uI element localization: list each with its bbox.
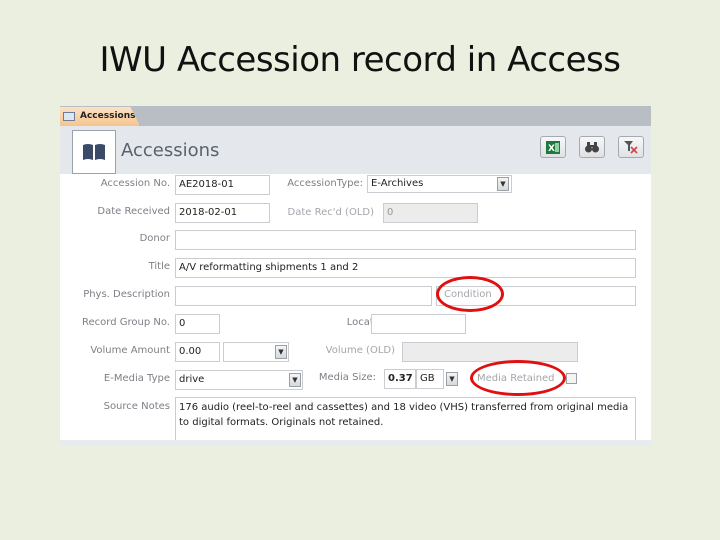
media-size-unit-select[interactable]: GB: [416, 369, 444, 389]
media-size-field[interactable]: 0.37: [384, 369, 416, 389]
form-title: Accessions: [121, 140, 220, 161]
accession-no-field[interactable]: AE2018-01: [175, 175, 270, 195]
accession-type-select[interactable]: E-Archives: [367, 175, 512, 193]
phys-description-field[interactable]: [175, 286, 432, 306]
e-media-type-label: E-Media Type: [103, 373, 170, 384]
volume-amount-field[interactable]: 0.00: [175, 342, 220, 362]
media-size-unit-dropdown-arrow[interactable]: ▼: [446, 372, 458, 386]
volume-old-label: Volume (OLD): [325, 345, 395, 356]
volume-amount-label: Volume Amount: [90, 345, 170, 356]
date-recd-old-label: Date Rec'd (OLD): [287, 207, 374, 218]
media-size-label: Media Size:: [318, 372, 376, 383]
date-received-field[interactable]: 2018-02-01: [175, 203, 270, 223]
filter-clear-icon: [624, 140, 638, 154]
binoculars-icon: [585, 141, 599, 152]
form-header: Accessions X: [60, 126, 651, 174]
tab-accessions[interactable]: Accessions: [60, 107, 140, 126]
date-recd-old-field[interactable]: 0: [383, 203, 478, 223]
source-notes-label: Source Notes: [103, 401, 170, 412]
find-button[interactable]: [579, 136, 605, 158]
export-excel-button[interactable]: X: [540, 136, 566, 158]
access-form-screenshot: Accessions Accessions X Accession No. AE…: [60, 106, 651, 446]
location-field[interactable]: [371, 314, 466, 334]
clear-filter-button[interactable]: [618, 136, 644, 158]
form-icon: [63, 112, 75, 121]
record-group-no-label: Record Group No.: [82, 317, 170, 328]
svg-text:X: X: [548, 144, 555, 154]
form-logo: [72, 130, 116, 174]
e-media-type-dropdown-arrow[interactable]: ▼: [289, 373, 301, 387]
title-label: Title: [148, 261, 170, 272]
document-tab-bar: Accessions: [60, 106, 651, 126]
excel-icon: X: [546, 140, 560, 154]
accession-type-dropdown-arrow[interactable]: ▼: [497, 177, 509, 191]
form-footer-strip: [60, 440, 651, 446]
e-media-type-select[interactable]: drive: [175, 370, 303, 390]
phys-description-label: Phys. Description: [83, 289, 170, 300]
volume-old-field[interactable]: [402, 342, 578, 362]
donor-label: Donor: [139, 233, 170, 244]
title-field[interactable]: A/V reformatting shipments 1 and 2: [175, 258, 636, 278]
accession-type-label: AccessionType:: [287, 178, 363, 189]
media-retained-highlight-circle: [470, 360, 566, 396]
media-retained-checkbox[interactable]: [566, 373, 577, 384]
accession-no-label: Accession No.: [100, 178, 170, 189]
tab-label: Accessions: [80, 111, 136, 121]
date-received-label: Date Received: [97, 206, 170, 217]
record-group-no-field[interactable]: 0: [175, 314, 220, 334]
donor-field[interactable]: [175, 230, 636, 250]
book-icon: [83, 144, 105, 160]
slide-title: IWU Accession record in Access: [99, 40, 621, 80]
volume-unit-dropdown-arrow[interactable]: ▼: [275, 345, 287, 359]
source-notes-field[interactable]: 176 audio (reel-to-reel and cassettes) a…: [175, 397, 636, 441]
condition-highlight-circle: [436, 276, 504, 312]
